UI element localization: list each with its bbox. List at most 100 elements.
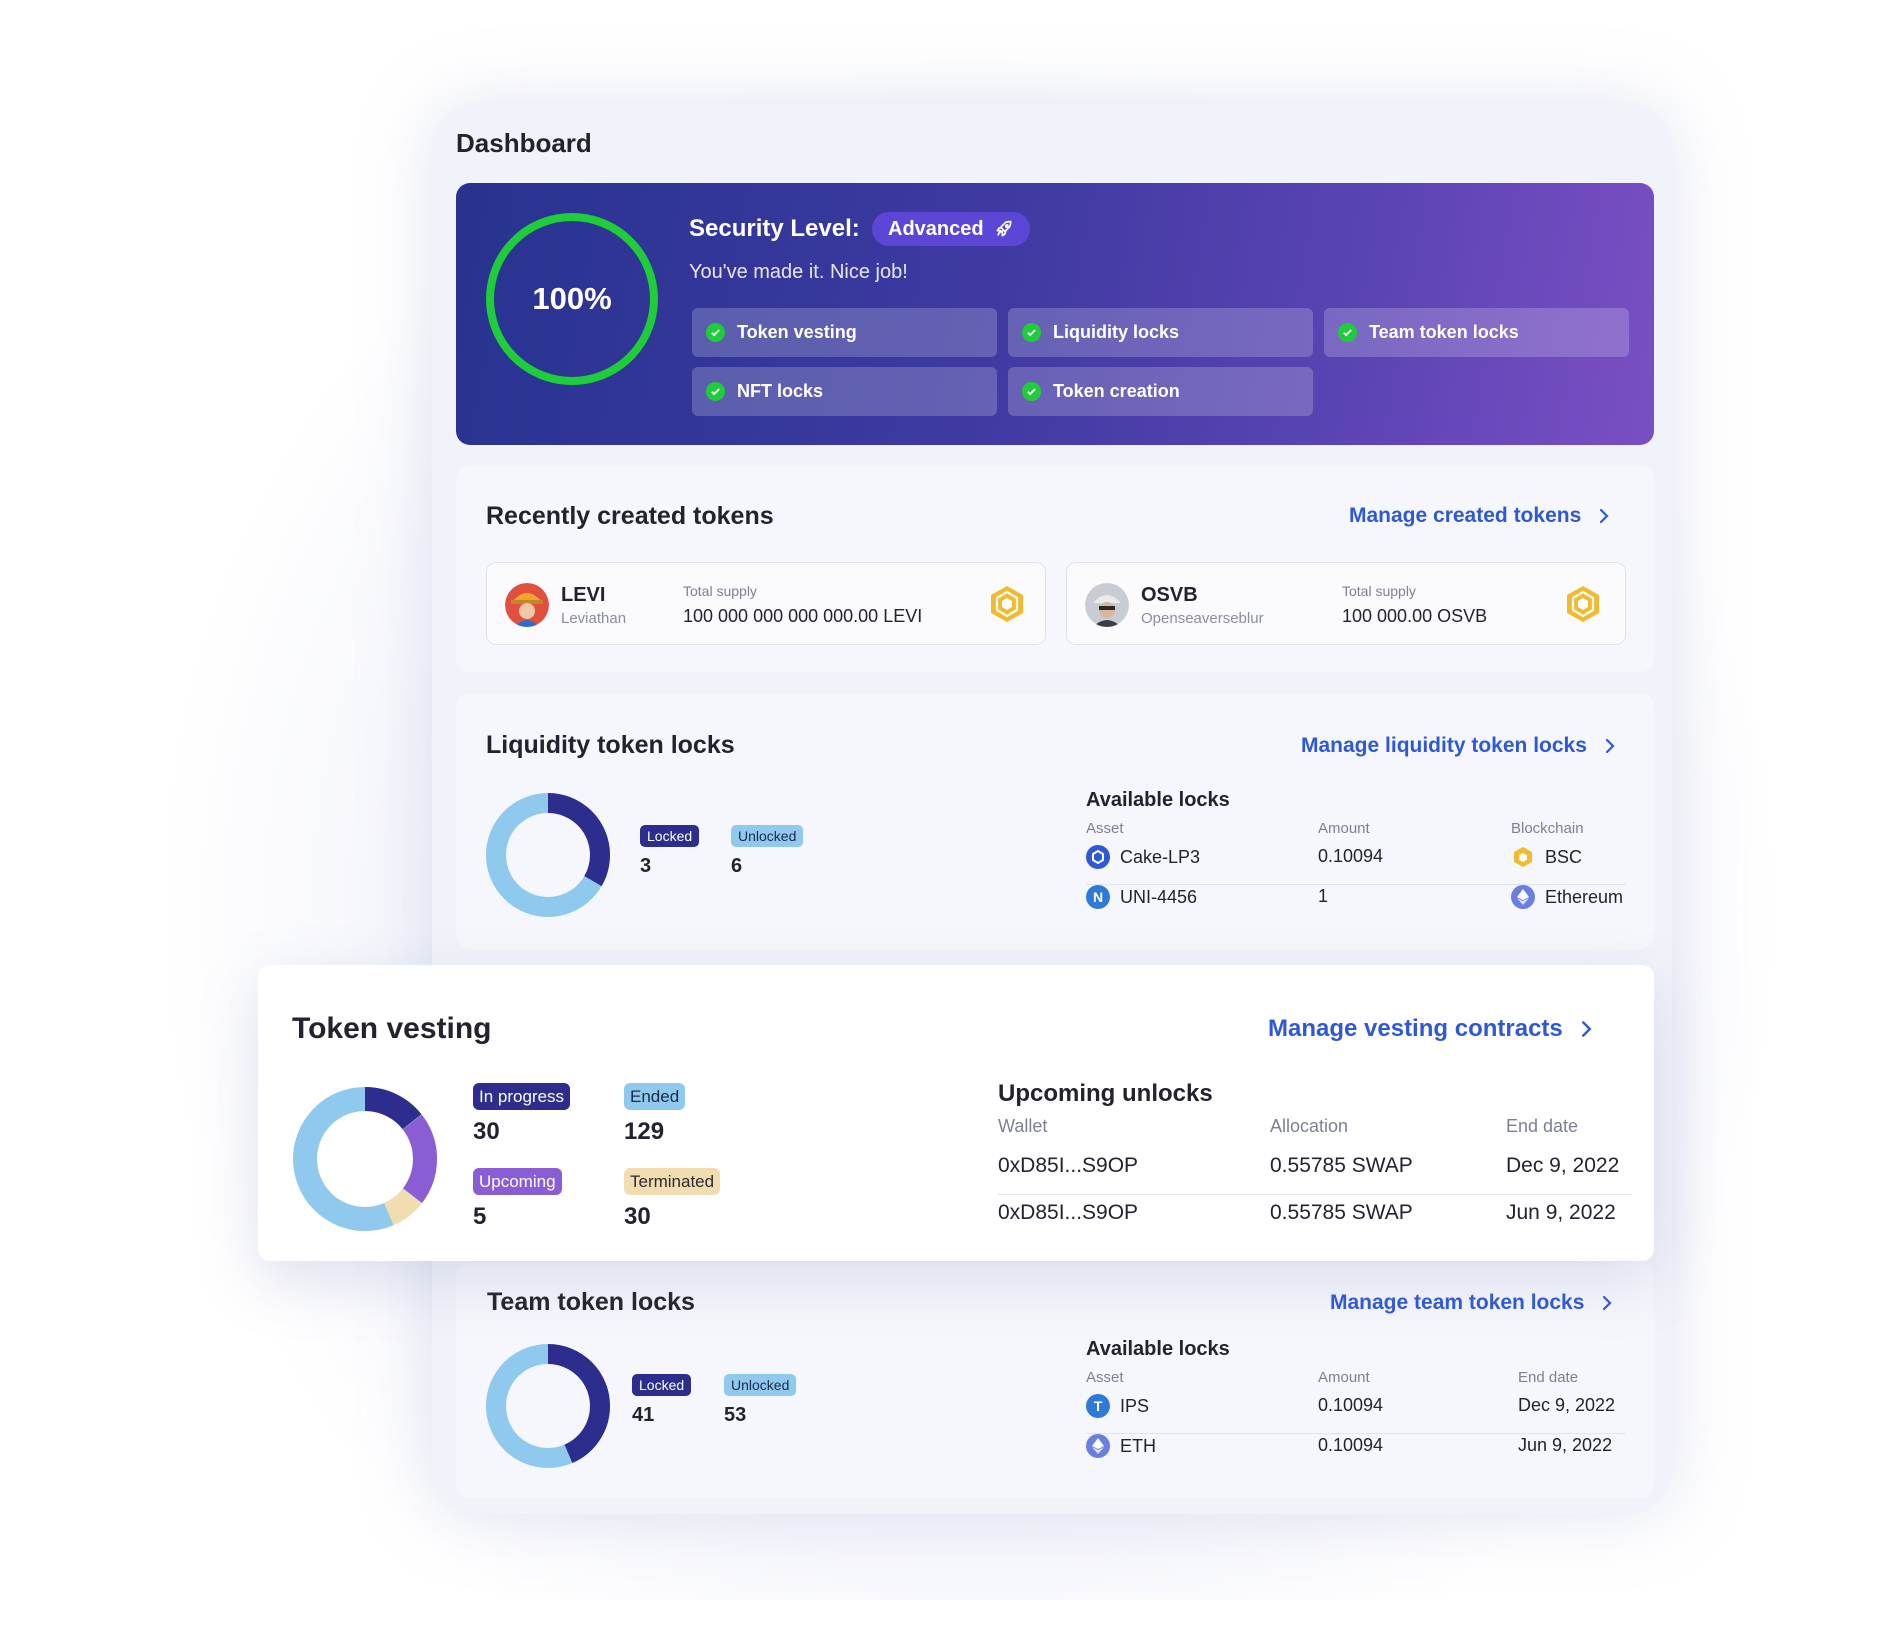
- asset-name: Cake-LP3: [1120, 846, 1201, 867]
- chevron-right-icon: [1581, 1021, 1592, 1037]
- feature-chip-token-vesting: Token vesting: [692, 308, 997, 357]
- upcoming-unlocks-title: Upcoming unlocks: [998, 1080, 1213, 1107]
- feature-label: Token vesting: [737, 322, 857, 342]
- feature-chip-team-token-locks: Team token locks: [1324, 308, 1629, 357]
- ethereum-icon: [1086, 1434, 1110, 1458]
- terminated-badge: Terminated: [624, 1168, 721, 1195]
- total-supply-label: Total supply: [1342, 583, 1416, 599]
- liquidity-locks-card: Liquidity token locks Manage liquidity t…: [456, 693, 1654, 949]
- chain-name: BSC: [1545, 846, 1583, 867]
- recent-tokens-title: Recently created tokens: [486, 502, 774, 530]
- bnb-chain-icon: [1567, 586, 1599, 622]
- col-amount: Amount: [1318, 820, 1370, 837]
- bnb-chain-icon: [1514, 847, 1532, 867]
- chevron-right-icon: [1603, 1295, 1612, 1311]
- unlocked-count: 6: [731, 855, 743, 877]
- row-divider: [998, 1194, 1632, 1195]
- ethereum-icon: [1511, 885, 1535, 909]
- manage-created-tokens-link[interactable]: Manage created tokens: [1349, 504, 1609, 528]
- locked-badge: Locked: [632, 1374, 692, 1396]
- token-vesting-title: Token vesting: [292, 1012, 492, 1045]
- feature-label: Token creation: [1053, 381, 1180, 401]
- manage-team-locks-label: Manage team token locks: [1330, 1291, 1585, 1314]
- lock-row-amount: 1: [1318, 886, 1329, 906]
- recent-tokens-card: Recently created tokens Manage created t…: [456, 466, 1654, 672]
- page-title: Dashboard: [456, 128, 592, 158]
- lock-row-asset: Cake-LP3: [1086, 845, 1200, 869]
- security-progress-ring: 100%: [486, 213, 658, 385]
- lock-row-amount: 0.10094: [1318, 1395, 1384, 1415]
- col-end-date: End date: [1506, 1116, 1579, 1136]
- ended-badge: Ended: [624, 1083, 686, 1110]
- check-icon: [1022, 323, 1041, 342]
- team-locks-card: Team token locks Manage team token locks…: [456, 1262, 1654, 1498]
- security-level-banner: 100% Security Level: Advanced You've mad…: [456, 183, 1654, 445]
- lock-row-asset: T IPS: [1086, 1394, 1149, 1418]
- total-supply-value: 100 000 000 000 000.00 LEVI: [683, 606, 923, 626]
- token-avatar-osvb: [1085, 583, 1129, 627]
- lock-row-amount: 0.10094: [1318, 846, 1384, 866]
- feature-chip-token-creation: Token creation: [1008, 367, 1313, 416]
- lock-row-chain: Ethereum: [1511, 885, 1623, 909]
- feature-chip-liquidity-locks: Liquidity locks: [1008, 308, 1313, 357]
- asset-name: ETH: [1120, 1435, 1156, 1456]
- vesting-donut-chart: [293, 1087, 437, 1231]
- chain-name: Ethereum: [1545, 886, 1624, 907]
- token-name: Leviathan: [561, 610, 627, 627]
- check-icon: [1338, 323, 1357, 342]
- lock-row-end-date: Dec 9, 2022: [1518, 1395, 1616, 1415]
- manage-created-tokens-label: Manage created tokens: [1349, 504, 1582, 527]
- available-locks-title: Available locks: [1086, 789, 1230, 811]
- terminated-count: 30: [624, 1203, 651, 1230]
- asset-name: UNI-4456: [1120, 886, 1198, 907]
- lock-row-amount: 0.10094: [1318, 1435, 1384, 1455]
- check-icon: [706, 382, 725, 401]
- col-blockchain: Blockchain: [1511, 820, 1584, 837]
- manage-liquidity-locks-link[interactable]: Manage liquidity token locks: [1301, 734, 1615, 758]
- check-icon: [1022, 382, 1041, 401]
- security-percent: 100%: [532, 281, 612, 316]
- token-symbol: OSVB: [1141, 584, 1198, 606]
- rocket-icon: [996, 220, 1012, 237]
- col-amount: Amount: [1318, 1369, 1370, 1386]
- total-supply-label: Total supply: [683, 583, 757, 599]
- token-vesting-card: Token vesting Manage vesting contracts I…: [258, 965, 1654, 1261]
- ended-count: 129: [624, 1118, 665, 1145]
- security-level-badge: Advanced: [872, 212, 1030, 246]
- feature-label: Team token locks: [1369, 322, 1519, 342]
- token-card-osvb[interactable]: OSVB Openseaverseblur Total supply 100 0…: [1066, 562, 1626, 645]
- manage-team-locks-link[interactable]: Manage team token locks: [1330, 1291, 1612, 1315]
- uni-token-icon: N: [1086, 885, 1110, 909]
- chevron-right-icon: [1605, 738, 1615, 754]
- in-progress-badge: In progress: [473, 1083, 571, 1110]
- token-avatar-levi: [505, 583, 549, 627]
- manage-liquidity-locks-label: Manage liquidity token locks: [1301, 734, 1587, 757]
- row-divider: [1086, 1433, 1626, 1434]
- available-locks-title: Available locks: [1086, 1338, 1230, 1360]
- security-level-label: Advanced: [888, 218, 984, 240]
- team-locks-title: Team token locks: [487, 1288, 695, 1316]
- feature-label: NFT locks: [737, 381, 824, 401]
- locked-count: 41: [632, 1404, 655, 1426]
- unlock-row-allocation: 0.55785 SWAP: [1270, 1154, 1413, 1177]
- col-asset: Asset: [1086, 820, 1124, 837]
- token-card-levi[interactable]: LEVI Leviathan Total supply 100 000 000 …: [486, 562, 1046, 645]
- liquidity-locks-title: Liquidity token locks: [486, 731, 735, 759]
- token-name: Openseaverseblur: [1141, 610, 1264, 627]
- lock-row-asset: ETH: [1086, 1434, 1156, 1458]
- ips-token-icon: T: [1086, 1394, 1110, 1418]
- unlock-row-end-date: Dec 9, 2022: [1506, 1154, 1620, 1177]
- token-symbol: LEVI: [561, 584, 606, 606]
- unlock-row-allocation: 0.55785 SWAP: [1270, 1201, 1413, 1224]
- feature-label: Liquidity locks: [1053, 322, 1180, 342]
- col-asset: Asset: [1086, 1369, 1124, 1386]
- col-allocation: Allocation: [1270, 1116, 1349, 1136]
- feature-chip-nft-locks: NFT locks: [692, 367, 997, 416]
- upcoming-badge: Upcoming: [473, 1168, 562, 1195]
- manage-vesting-contracts-link[interactable]: Manage vesting contracts: [1268, 1015, 1592, 1043]
- chevron-right-icon: [1600, 508, 1609, 524]
- check-icon: [706, 323, 725, 342]
- pancake-lp-icon: [1086, 845, 1110, 869]
- total-supply-value: 100 000.00 OSVB: [1342, 606, 1488, 626]
- unlock-row-wallet: 0xD85I...S9OP: [998, 1154, 1139, 1177]
